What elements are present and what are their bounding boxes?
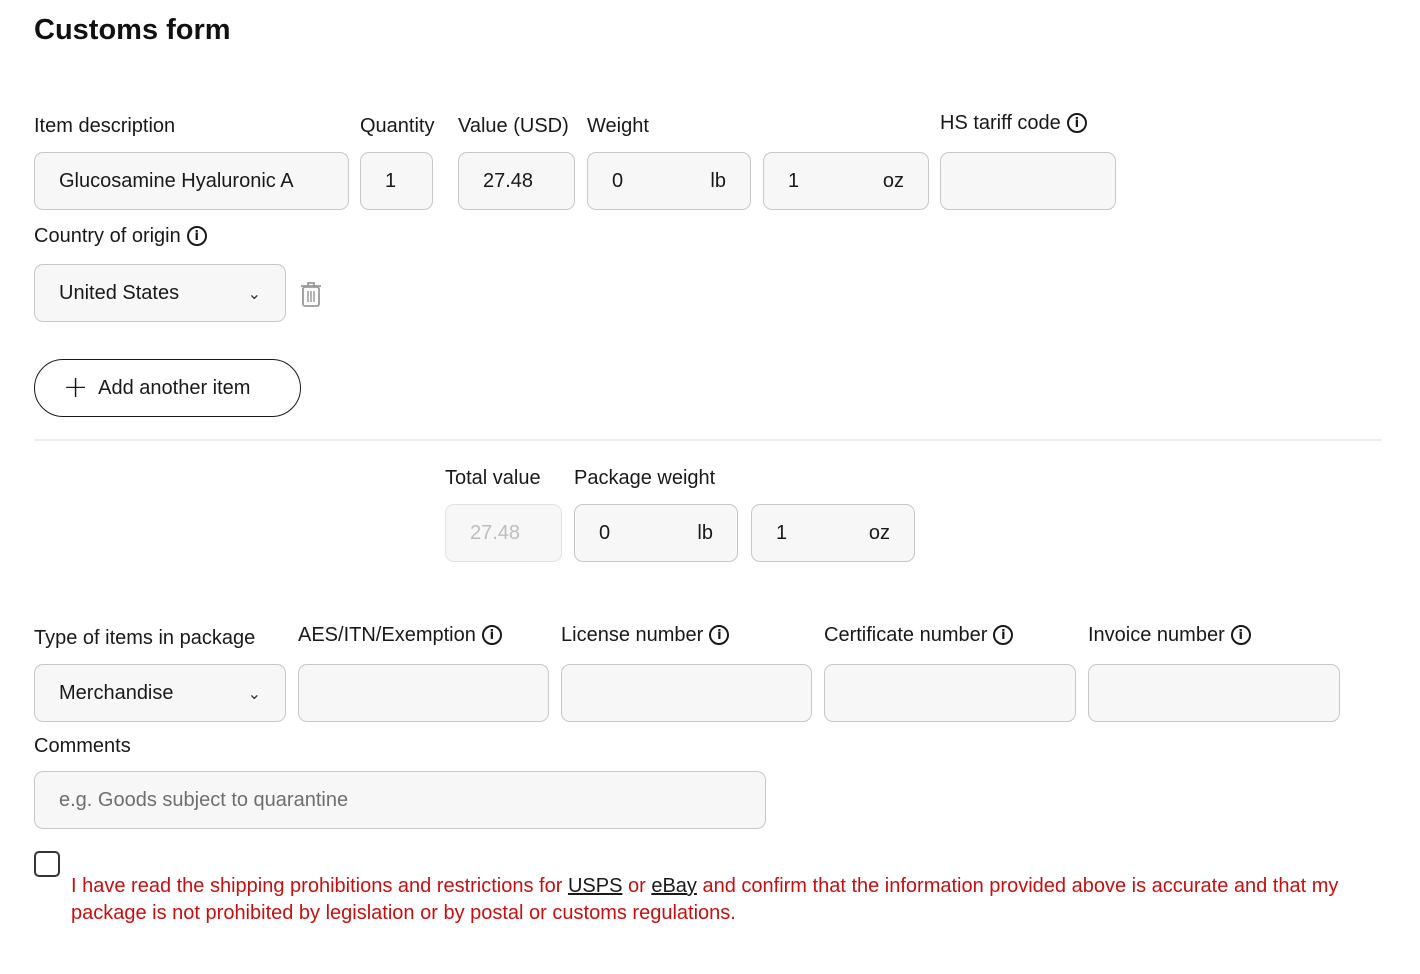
page-title: Customs form [34, 14, 231, 46]
disclaimer-part-1: I have read the shipping prohibitions an… [71, 875, 568, 897]
aes-itn-exemption-label-text: AES/ITN/Exemption [298, 624, 476, 646]
add-another-item-button[interactable]: + Add another item [34, 359, 301, 417]
confirm-checkbox[interactable] [34, 851, 60, 877]
package-weight-oz-value[interactable]: 1 [776, 522, 787, 545]
total-value-label-text: Total value [445, 467, 541, 489]
country-of-origin-label-text: Country of origin [34, 225, 181, 247]
oz-unit: oz [882, 169, 904, 192]
quantity-input[interactable] [360, 152, 433, 210]
disclaimer-part-2: or [622, 875, 652, 897]
weight-label-text: Weight [587, 115, 649, 137]
hs-tariff-code-label: HS tariff code i [940, 110, 1087, 136]
weight-oz-value[interactable]: 1 [788, 170, 799, 193]
package-weight-label-text: Package weight [574, 467, 716, 489]
info-icon[interactable]: i [1066, 113, 1087, 133]
certificate-number-input[interactable] [824, 664, 1076, 722]
ebay-link[interactable]: eBay [651, 875, 697, 897]
value-input[interactable] [458, 152, 575, 210]
weight-oz-input[interactable]: 1 oz [763, 152, 929, 210]
chevron-down-icon: ⌄ [247, 283, 261, 303]
quantity-label-text: Quantity [360, 115, 435, 137]
add-another-item-label: Add another item [98, 376, 251, 399]
comments-label-text: Comments [34, 735, 131, 757]
package-weight-lb-input[interactable]: 0 lb [574, 504, 738, 562]
country-of-origin-select[interactable]: United States ⌄ [34, 264, 286, 322]
type-of-items-select[interactable]: Merchandise ⌄ [34, 664, 286, 722]
package-weight-oz-input[interactable]: 1 oz [751, 504, 915, 562]
lb-unit: lb [710, 169, 726, 192]
item-description-label-text: Item description [34, 115, 176, 137]
hs-tariff-code-label-text: HS tariff code [940, 112, 1061, 134]
package-weight-lb-value[interactable]: 0 [599, 522, 610, 545]
type-of-items-label: Type of items in package [34, 625, 255, 651]
info-icon[interactable]: i [481, 625, 502, 645]
license-number-label-text: License number [561, 624, 704, 646]
value-label-text: Value (USD) [458, 115, 569, 137]
info-icon[interactable]: i [1230, 625, 1251, 645]
value-label: Value (USD) [458, 113, 569, 139]
license-number-label: License number i [561, 622, 730, 648]
weight-lb-value[interactable]: 0 [612, 170, 623, 193]
aes-itn-exemption-field[interactable] [323, 681, 524, 705]
license-number-input[interactable] [561, 664, 812, 722]
aes-itn-exemption-input[interactable] [298, 664, 549, 722]
type-of-items-value: Merchandise [59, 681, 174, 704]
oz-unit: oz [868, 521, 890, 544]
info-icon[interactable]: i [993, 625, 1014, 645]
lb-unit: lb [697, 521, 713, 544]
chevron-down-icon: ⌄ [247, 683, 261, 703]
hs-tariff-code-input[interactable] [940, 152, 1116, 210]
type-of-items-label-text: Type of items in package [34, 627, 256, 649]
divider [34, 439, 1382, 441]
trash-icon[interactable] [299, 280, 323, 308]
package-weight-label: Package weight [574, 465, 715, 491]
info-icon[interactable]: i [186, 226, 207, 246]
item-description-input[interactable] [34, 152, 349, 210]
comments-label: Comments [34, 733, 131, 759]
weight-label: Weight [587, 113, 649, 139]
invoice-number-label-text: Invoice number [1088, 624, 1225, 646]
weight-lb-input[interactable]: 0 lb [587, 152, 751, 210]
quantity-field[interactable] [385, 169, 408, 193]
total-value-value: 27.48 [470, 521, 521, 544]
comments-input[interactable] [34, 771, 766, 829]
item-description-field[interactable] [59, 169, 324, 193]
comments-field[interactable] [59, 788, 741, 812]
license-number-field[interactable] [586, 681, 787, 705]
info-icon[interactable]: i [709, 625, 730, 645]
total-value-input: 27.48 [445, 504, 562, 562]
invoice-number-field[interactable] [1113, 681, 1315, 705]
invoice-number-input[interactable] [1088, 664, 1340, 722]
disclaimer-text: I have read the shipping prohibitions an… [71, 873, 1381, 927]
plus-icon: + [63, 370, 89, 405]
usps-link[interactable]: USPS [568, 875, 622, 897]
aes-itn-exemption-label: AES/ITN/Exemption i [298, 622, 502, 648]
certificate-number-label-text: Certificate number [824, 624, 988, 646]
hs-tariff-code-field[interactable] [965, 169, 1091, 193]
country-of-origin-label: Country of origin i [34, 223, 207, 249]
country-of-origin-value: United States [59, 281, 180, 304]
value-field[interactable] [483, 169, 550, 193]
certificate-number-field[interactable] [849, 681, 1051, 705]
item-description-label: Item description [34, 113, 175, 139]
total-value-label: Total value [445, 465, 541, 491]
quantity-label: Quantity [360, 113, 434, 139]
certificate-number-label: Certificate number i [824, 622, 1014, 648]
invoice-number-label: Invoice number i [1088, 622, 1251, 648]
